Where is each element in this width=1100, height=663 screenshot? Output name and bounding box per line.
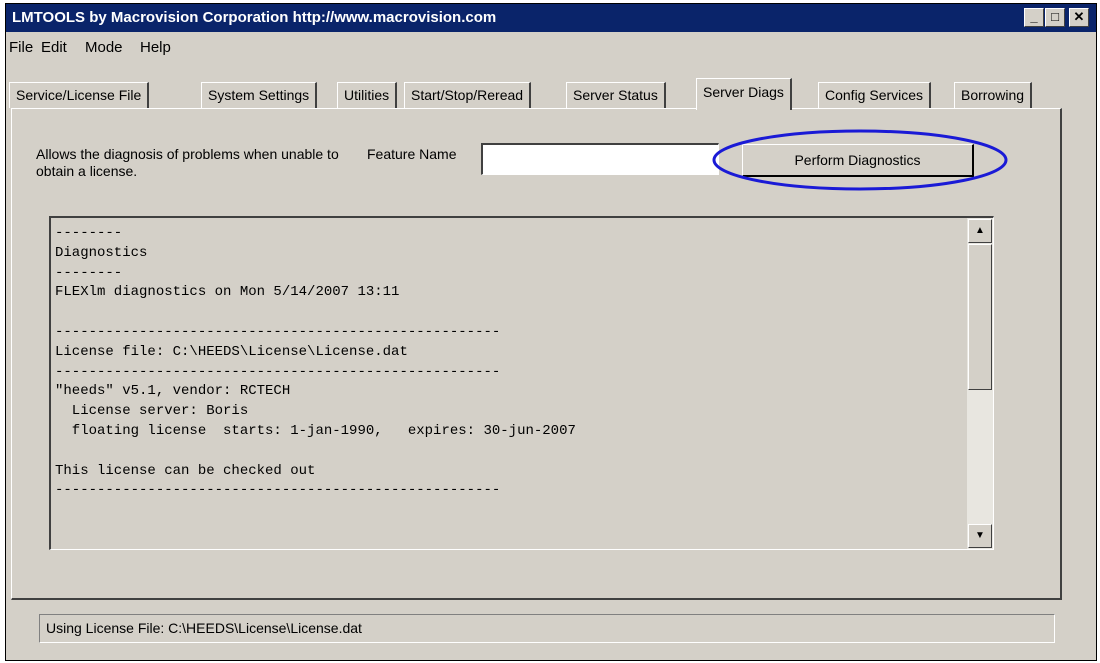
menu-bar: File Edit Mode Help [6,34,1096,60]
tab-strip: Service/License File System Settings Uti… [6,78,1096,110]
scroll-up-button[interactable]: ▲ [968,219,992,243]
minimize-button[interactable]: _ [1024,8,1044,27]
tab-start-stop-reread[interactable]: Start/Stop/Reread [404,82,532,108]
menu-edit[interactable]: Edit [41,39,67,56]
menu-mode[interactable]: Mode [85,39,123,56]
perform-diagnostics-button[interactable]: Perform Diagnostics [742,144,974,177]
menu-file[interactable]: File [9,39,33,56]
close-button[interactable]: ✕ [1069,8,1089,27]
feature-name-label: Feature Name [367,146,457,162]
diagnosis-description: Allows the diagnosis of problems when un… [36,146,339,179]
tab-utilities[interactable]: Utilities [337,82,398,108]
tab-server-diags[interactable]: Server Diags [696,78,792,110]
minimize-icon: _ [1030,9,1038,24]
diagnostics-text: -------- Diagnostics -------- FLEXlm dia… [55,225,576,499]
arrow-down-icon: ▼ [975,530,985,541]
maximize-button[interactable]: □ [1045,8,1065,27]
menu-help[interactable]: Help [140,39,171,56]
diagnostics-output[interactable]: -------- Diagnostics -------- FLEXlm dia… [49,216,994,550]
tab-service-license-file[interactable]: Service/License File [9,82,150,108]
tab-config-services[interactable]: Config Services [818,82,932,108]
maximize-icon: □ [1051,9,1059,24]
vertical-scrollbar[interactable]: ▲ ▼ [967,218,993,549]
tab-borrowing[interactable]: Borrowing [954,82,1033,108]
title-bar[interactable]: LMTOOLS by Macrovision Corporation http:… [6,4,1096,32]
arrow-up-icon: ▲ [975,225,985,236]
status-bar: Using License File: C:\HEEDS\License\Lic… [39,614,1055,643]
close-icon: ✕ [1073,9,1085,24]
scroll-thumb[interactable] [968,244,992,390]
scroll-down-button[interactable]: ▼ [968,524,992,548]
tab-system-settings[interactable]: System Settings [201,82,318,108]
window-title: LMTOOLS by Macrovision Corporation http:… [12,9,497,26]
feature-name-input[interactable] [481,143,719,175]
tab-server-status[interactable]: Server Status [566,82,666,108]
